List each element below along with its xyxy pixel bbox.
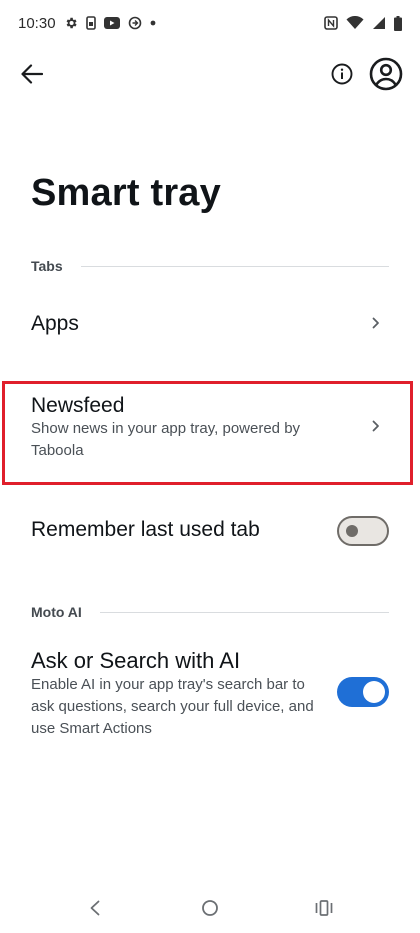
sim-icon — [85, 16, 96, 30]
ask-ai-subtitle: Enable AI in your app tray's search bar … — [31, 676, 314, 737]
page-title: Smart tray — [31, 172, 221, 214]
sync-icon — [128, 16, 142, 30]
ask-ai-row[interactable]: Ask or Search with AI Enable AI in your … — [0, 640, 420, 750]
chevron-right-icon — [370, 317, 382, 329]
switch-knob — [346, 525, 358, 537]
navigation-bar — [0, 890, 420, 930]
section-label-moto-ai: Moto AI — [31, 604, 82, 620]
section-header-moto-ai: Moto AI — [31, 604, 389, 620]
apps-row-title: Apps — [31, 312, 79, 335]
back-triangle-icon — [89, 900, 101, 921]
status-left: 10:30 — [18, 15, 156, 32]
home-circle-icon — [201, 899, 219, 922]
youtube-icon — [103, 17, 120, 29]
remember-tab-switch[interactable] — [337, 516, 389, 546]
apps-row[interactable]: Apps — [0, 292, 420, 356]
nfc-icon — [324, 16, 338, 30]
divider — [99, 611, 389, 613]
newsfeed-row-subtitle: Show news in your app tray, powered by T… — [31, 420, 301, 459]
ask-ai-switch[interactable] — [337, 677, 389, 707]
gear-icon — [64, 16, 78, 30]
signal-icon — [372, 16, 386, 30]
section-label-tabs: Tabs — [31, 258, 63, 274]
nav-back-button[interactable] — [81, 898, 109, 922]
newsfeed-row[interactable]: Newsfeed Show news in your app tray, pow… — [0, 384, 420, 482]
remember-tab-title: Remember last used tab — [31, 518, 260, 541]
newsfeed-row-title: Newsfeed — [31, 394, 125, 417]
remember-tab-row[interactable]: Remember last used tab — [0, 500, 420, 562]
account-circle-icon — [369, 57, 403, 96]
back-button[interactable] — [16, 60, 48, 92]
arrow-left-icon — [21, 63, 44, 89]
info-button[interactable] — [328, 62, 356, 90]
nav-home-button[interactable] — [196, 898, 224, 922]
battery-icon — [394, 15, 402, 31]
status-right — [324, 15, 402, 31]
divider — [80, 265, 389, 267]
account-button[interactable] — [368, 57, 404, 96]
chevron-right-icon — [370, 420, 382, 432]
recents-icon — [315, 899, 333, 921]
info-icon — [331, 63, 353, 90]
status-time: 10:30 — [18, 14, 56, 32]
switch-knob — [363, 681, 385, 703]
status-bar: 10:30 — [0, 0, 420, 46]
wifi-icon — [346, 16, 364, 30]
app-bar — [0, 52, 420, 102]
section-header-tabs: Tabs — [31, 258, 389, 274]
nav-recents-button[interactable] — [310, 898, 338, 922]
ask-ai-title: Ask or Search with AI — [31, 648, 241, 673]
dot-icon — [150, 20, 156, 26]
